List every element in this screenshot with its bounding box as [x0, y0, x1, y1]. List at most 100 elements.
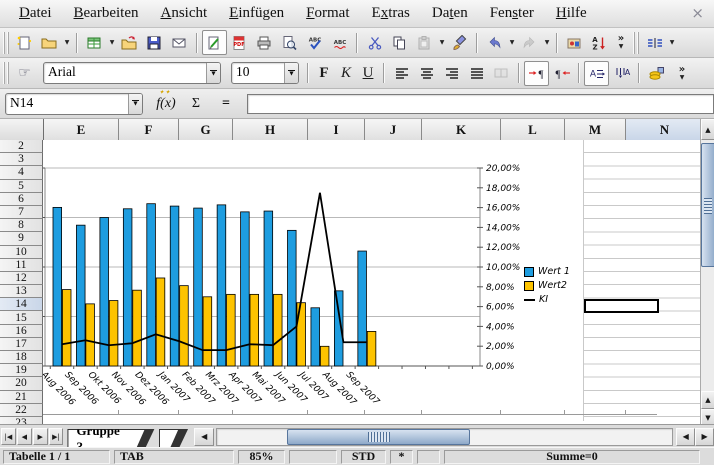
row-header-14[interactable]: 14 — [0, 298, 43, 311]
row-header-5[interactable]: 5 — [0, 180, 43, 193]
active-cell-cursor[interactable] — [584, 299, 659, 313]
underline-button[interactable]: U — [357, 62, 379, 84]
open-document-icon[interactable] — [117, 30, 142, 55]
row-header-2[interactable]: 2 — [0, 140, 43, 153]
next-sheet-icon[interactable]: ▶ — [33, 428, 48, 445]
toolbar-dropdown-icon[interactable]: ▼ — [667, 32, 677, 54]
align-center-icon[interactable] — [414, 61, 439, 86]
row-header-15[interactable]: 15 — [0, 311, 43, 324]
last-sheet-icon[interactable]: ▶| — [49, 428, 64, 445]
new-wizard-icon[interactable] — [12, 30, 37, 55]
align-left-icon[interactable] — [389, 61, 414, 86]
row-header-11[interactable]: 11 — [0, 259, 43, 272]
toolbar-grip[interactable] — [3, 32, 10, 54]
currency-icon[interactable] — [644, 61, 669, 86]
vertical-scrollbar-thumb[interactable] — [701, 143, 714, 267]
menu-hilfe[interactable]: Hilfe — [545, 2, 598, 25]
row-header-10[interactable]: 10 — [0, 246, 43, 259]
row-header-16[interactable]: 16 — [0, 325, 43, 338]
row-header-12[interactable]: 12 — [0, 272, 43, 285]
column-header-I[interactable]: I — [308, 119, 365, 140]
column-header-E[interactable]: E — [44, 119, 119, 140]
menu-extras[interactable]: Extras — [361, 2, 421, 25]
vertical-scrollbar[interactable]: ▲ ▲ ▼ — [700, 119, 714, 447]
row-header-21[interactable]: 21 — [0, 391, 43, 404]
row-header-23[interactable]: 23 — [0, 417, 43, 424]
align-justify-icon[interactable] — [464, 61, 489, 86]
align-right-icon[interactable] — [439, 61, 464, 86]
menu-datei[interactable]: Datei — [8, 2, 63, 25]
column-header-J[interactable]: J — [365, 119, 422, 140]
equals-icon[interactable]: = — [213, 96, 239, 112]
row-header-18[interactable]: 18 — [0, 351, 43, 364]
undo-dropdown-icon[interactable]: ▼ — [507, 32, 517, 54]
text-direction-horizontal-icon[interactable]: A — [584, 61, 609, 86]
previous-sheet-icon[interactable]: ◀ — [17, 428, 32, 445]
row-header-13[interactable]: 13 — [0, 285, 43, 298]
menu-format[interactable]: Format — [295, 2, 360, 25]
save-icon[interactable] — [142, 30, 167, 55]
page-preview-icon[interactable] — [277, 30, 302, 55]
column-header-G[interactable]: G — [179, 119, 233, 140]
sum-icon[interactable]: Σ — [183, 96, 209, 112]
horizontal-scrollbar-thumb[interactable] — [287, 429, 470, 445]
new-spreadsheet-dropdown-icon[interactable]: ▼ — [107, 32, 117, 54]
column-header-L[interactable]: L — [501, 119, 565, 140]
row-header-20[interactable]: 20 — [0, 377, 43, 390]
toolbar-grip[interactable] — [3, 62, 10, 84]
row-header-6[interactable]: 6 — [0, 193, 43, 206]
row-header-22[interactable]: 22 — [0, 404, 43, 417]
first-sheet-icon[interactable]: |◀ — [1, 428, 16, 445]
auto-spellcheck-icon[interactable]: ABC — [327, 30, 352, 55]
formula-input[interactable] — [247, 94, 714, 114]
row-header-9[interactable]: 9 — [0, 232, 43, 245]
format-paintbrush-icon[interactable] — [447, 30, 472, 55]
close-icon[interactable]: × — [691, 4, 704, 22]
paragraph-ltr-icon[interactable]: ¶ — [524, 61, 549, 86]
toolbar-overflow-icon[interactable]: »▼ — [673, 61, 691, 85]
new-spreadsheet-icon[interactable] — [82, 30, 107, 55]
sheet-tab-gruppe-3[interactable]: Gruppe 3 — [67, 429, 154, 448]
print-icon[interactable] — [252, 30, 277, 55]
column-header-K[interactable]: K — [422, 119, 501, 140]
scroll-up-icon[interactable]: ▲ — [701, 391, 714, 409]
tab-scroll-left-icon[interactable]: ◀ — [194, 428, 214, 446]
cut-icon[interactable] — [362, 30, 387, 55]
text-direction-vertical-icon[interactable]: A — [609, 61, 634, 86]
sheet-tab-stub[interactable] — [159, 429, 189, 448]
row-header-19[interactable]: 19 — [0, 364, 43, 377]
menu-fenster[interactable]: Fenster — [479, 2, 545, 25]
new-dropdown-icon[interactable]: ▼ — [62, 32, 72, 54]
select-all-corner[interactable] — [0, 119, 44, 140]
italic-button[interactable]: K — [335, 62, 357, 84]
column-header-N[interactable]: N — [626, 119, 704, 140]
scroll-up-icon[interactable]: ▲ — [701, 119, 714, 140]
column-header-M[interactable]: M — [565, 119, 626, 140]
row-header-8[interactable]: 8 — [0, 219, 43, 232]
function-wizard-icon[interactable]: f(x) — [153, 96, 179, 112]
spellcheck-icon[interactable]: ABC — [302, 30, 327, 55]
toolbar-grip[interactable] — [633, 32, 640, 54]
row-header-7[interactable]: 7 — [0, 206, 43, 219]
embedded-chart[interactable]: 1101001000100000,00%2,00%4,00%6,00%8,00%… — [17, 150, 583, 416]
column-header-H[interactable]: H — [233, 119, 308, 140]
horizontal-scrollbar[interactable] — [216, 428, 673, 446]
menu-bearbeiten[interactable]: Bearbeiten — [63, 2, 150, 25]
edit-file-icon[interactable] — [202, 30, 227, 55]
scroll-left-icon[interactable]: ◀ — [676, 428, 695, 446]
font-size-dropdown-icon[interactable] — [284, 63, 298, 83]
undo-icon[interactable] — [482, 30, 507, 55]
font-size-combo[interactable]: 10 — [231, 62, 299, 84]
gallery-icon[interactable] — [562, 30, 587, 55]
row-header-3[interactable]: 3 — [0, 153, 43, 166]
bold-button[interactable]: F — [313, 62, 335, 84]
menu-daten[interactable]: Daten — [421, 2, 479, 25]
row-header-17[interactable]: 17 — [0, 338, 43, 351]
copy-icon[interactable] — [387, 30, 412, 55]
name-box-dropdown-icon[interactable] — [128, 94, 142, 114]
menu-einfügen[interactable]: Einfügen — [218, 2, 295, 25]
export-pdf-icon[interactable]: PDF — [227, 30, 252, 55]
compare-columns-icon[interactable] — [642, 30, 667, 55]
name-box[interactable]: N14 — [5, 93, 143, 115]
send-mail-icon[interactable] — [167, 30, 192, 55]
